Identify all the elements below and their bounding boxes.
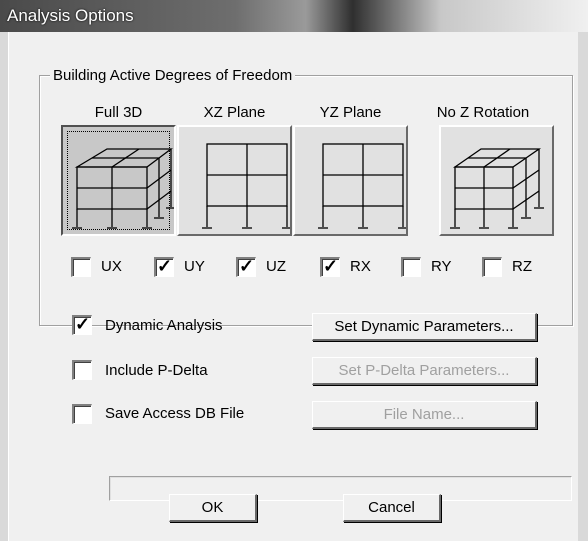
file-name-button[interactable]: File Name... — [312, 401, 537, 429]
save-access-db-checkbox[interactable] — [72, 404, 92, 424]
uy-checkbox[interactable]: ✓ — [154, 256, 174, 277]
dynamic-analysis-checkbox[interactable]: ✓ — [72, 314, 92, 335]
full-3d-button[interactable] — [61, 125, 176, 236]
ux-checkbox[interactable] — [71, 257, 91, 277]
checkmark-icon: ✓ — [239, 256, 255, 276]
option-label-full-3d: Full 3D — [94, 104, 143, 121]
rx-checkbox[interactable]: ✓ — [320, 256, 340, 277]
ok-button[interactable]: OK — [169, 494, 257, 522]
no-z-rotation-button[interactable] — [439, 125, 554, 236]
title-bar: Analysis Options — [0, 0, 588, 32]
frame-3d-icon — [72, 148, 174, 229]
analysis-options-dialog: Building Active Degrees of Freedom Full … — [8, 32, 578, 541]
cancel-button[interactable]: Cancel — [343, 494, 441, 522]
save-access-db-label: Save Access DB File — [105, 405, 245, 422]
ux-label: UX — [101, 258, 122, 275]
window-border-right — [577, 32, 588, 541]
set-p-delta-parameters-button[interactable]: Set P-Delta Parameters... — [312, 357, 537, 385]
ry-checkbox[interactable] — [401, 257, 421, 277]
frame-2d-icon — [202, 143, 290, 229]
rz-label: RZ — [512, 258, 532, 275]
option-label-yz-plane: YZ Plane — [319, 104, 382, 121]
xz-plane-button[interactable] — [177, 125, 292, 236]
uz-label: UZ — [266, 258, 286, 275]
window-border-left — [0, 32, 8, 541]
rx-label: RX — [350, 258, 371, 275]
checkmark-icon: ✓ — [157, 256, 173, 276]
yz-plane-button[interactable] — [293, 125, 408, 236]
set-dynamic-parameters-button[interactable]: Set Dynamic Parameters... — [312, 313, 537, 341]
p-delta-checkbox[interactable] — [72, 360, 92, 380]
frame-3d-icon — [450, 148, 544, 229]
window-title: Analysis Options — [7, 6, 134, 25]
ry-label: RY — [431, 258, 452, 275]
uz-checkbox[interactable]: ✓ — [236, 256, 256, 277]
rz-checkbox[interactable] — [482, 257, 502, 277]
p-delta-label: Include P-Delta — [105, 362, 208, 379]
uy-label: UY — [184, 258, 205, 275]
option-label-xz-plane: XZ Plane — [203, 104, 266, 121]
dynamic-analysis-label: Dynamic Analysis — [105, 317, 223, 334]
frame-2d-icon — [318, 143, 406, 229]
option-label-no-z-rotation: No Z Rotation — [436, 104, 530, 121]
checkmark-icon: ✓ — [323, 256, 339, 276]
dof-group-legend: Building Active Degrees of Freedom — [50, 67, 296, 84]
checkmark-icon: ✓ — [75, 314, 91, 334]
